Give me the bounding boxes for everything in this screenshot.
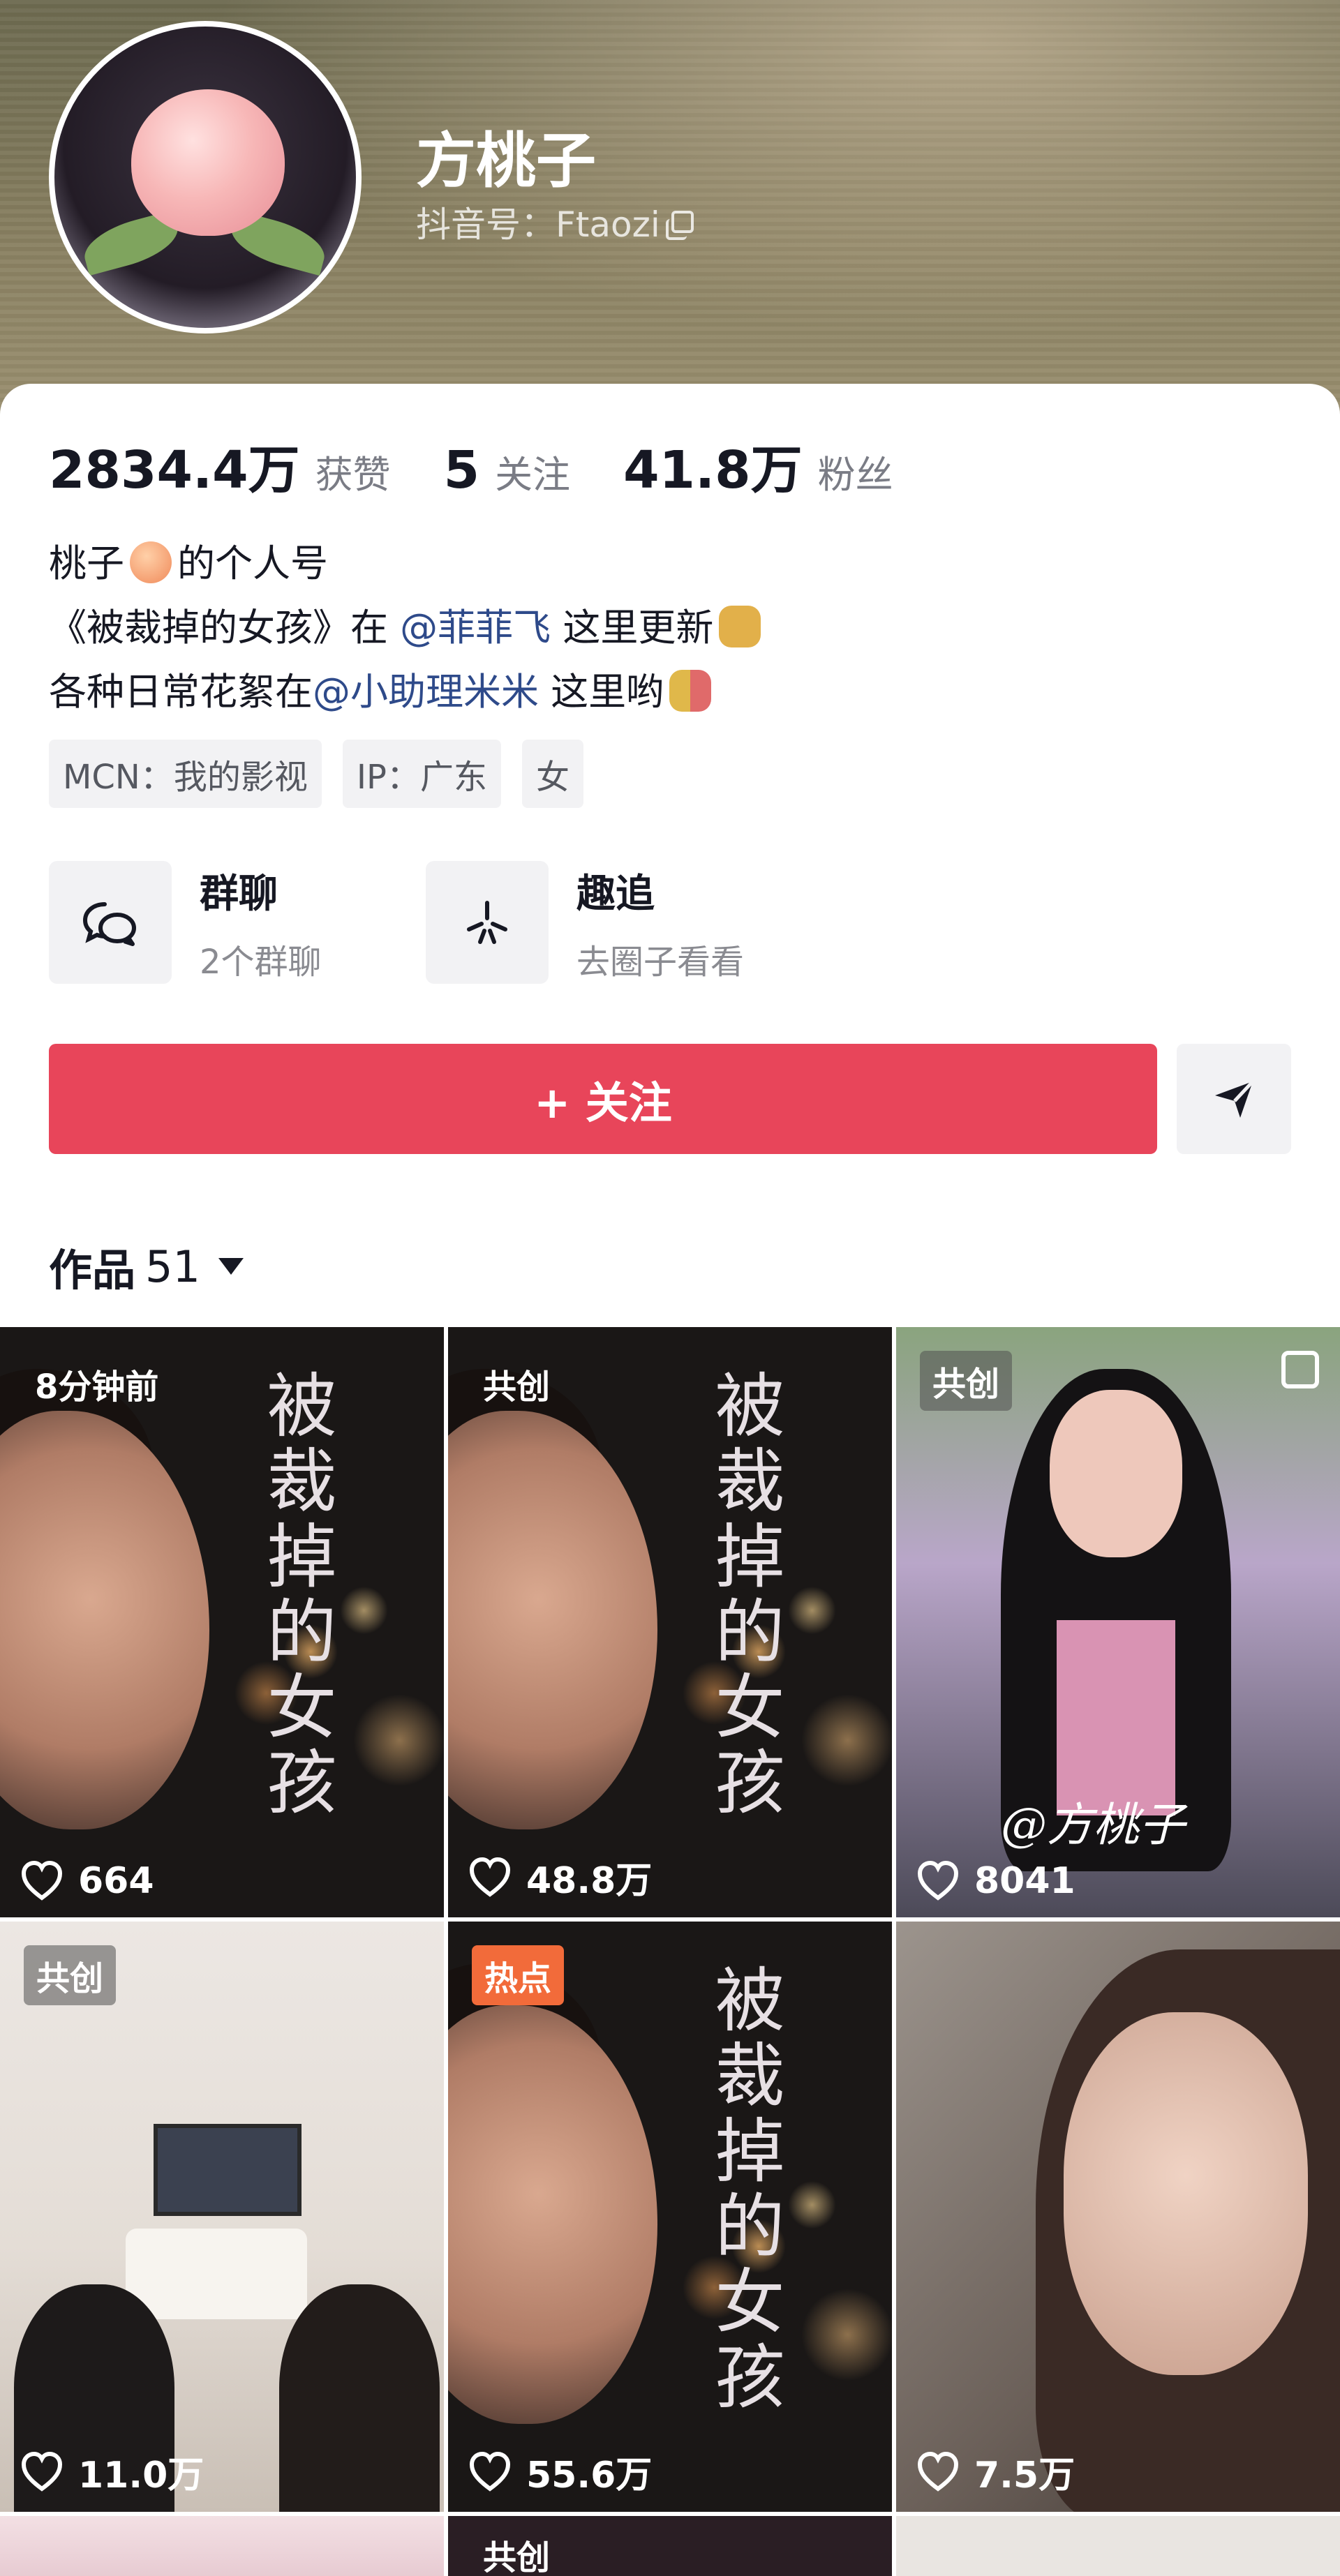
feature-title: 趣追 [576, 871, 655, 917]
heart-icon [917, 1860, 959, 1901]
video-likes: 11.0万 [20, 2446, 204, 2498]
bio-line: 《被裁掉的女孩》在 @菲菲飞 这里更新 [49, 596, 766, 660]
heart-icon [469, 1857, 511, 1897]
avatar[interactable] [49, 21, 362, 334]
video-badge: 共创 [24, 1945, 117, 2005]
bio-text: 的个人号 [177, 541, 328, 585]
likes-count: 48.8万 [526, 1860, 653, 1902]
stat-label: 粉丝 [817, 453, 893, 497]
bio-text: 这里哟 [551, 670, 664, 714]
tag-gender: 女 [521, 740, 583, 808]
bio-text: 各种日常花絮在 [49, 670, 313, 714]
video-tile[interactable]: 被裁掉的女孩 8分钟前 664 [0, 1327, 444, 1917]
works-count: 51 [145, 1241, 200, 1292]
girls-emoji-icon [669, 670, 712, 712]
dancers-emoji-icon [719, 606, 761, 647]
copy-icon[interactable] [665, 211, 694, 240]
video-badge: 共创 [483, 1368, 551, 1407]
tag-mcn[interactable]: MCN：我的影视 [49, 740, 322, 808]
peach-image [131, 89, 285, 236]
stat-label: 关注 [495, 453, 571, 497]
tag-ip: IP：广东 [342, 740, 501, 808]
feature-subtitle: 去圈子看看 [576, 942, 745, 982]
likes-count: 11.0万 [78, 2455, 204, 2496]
heart-icon [917, 2451, 959, 2492]
heart-icon [21, 1860, 63, 1901]
likes-count: 55.6万 [526, 2455, 653, 2496]
poster-title: 被裁掉的女孩 [703, 1369, 784, 1821]
profile-name: 方桃子 [416, 126, 596, 196]
send-icon [1215, 1080, 1254, 1118]
video-thumbnail [1064, 2012, 1308, 2375]
bio: 桃子 的个人号 《被裁掉的女孩》在 @菲菲飞 这里更新 各种日常花絮在@小助理米米… [49, 532, 766, 724]
video-likes: 664 [20, 1859, 154, 1903]
feature-subtitle: 2个群聊 [200, 942, 322, 982]
video-likes: 8041 [916, 1859, 1075, 1903]
chat-bubbles-icon [49, 861, 172, 984]
stat-value: 5 [443, 440, 480, 500]
video-tile[interactable]: 共创 11.0万 [0, 1922, 444, 2512]
works-tab[interactable]: 作品 51 [49, 1235, 244, 1298]
mention-link[interactable]: @菲菲飞 [400, 606, 551, 650]
video-badge: 共创 [483, 2538, 551, 2576]
bio-line: 各种日常花絮在@小助理米米 这里哟 [49, 660, 766, 724]
group-chat-entry[interactable]: 群聊 2个群聊 [49, 861, 322, 984]
video-tile[interactable]: 共创 [448, 2516, 892, 2576]
video-badge: 共创 [920, 1351, 1013, 1411]
bio-text: 这里更新 [563, 606, 714, 650]
quzhui-entry[interactable]: 趣追 去圈子看看 [426, 861, 744, 984]
video-badge: 8分钟前 [35, 1368, 159, 1407]
video-likes: 55.6万 [468, 2446, 652, 2498]
sparkle-icon [426, 861, 549, 984]
video-badge: 热点 [472, 1945, 565, 2005]
video-tile[interactable] [0, 2516, 444, 2576]
bio-text: 《被裁掉的女孩》在 [49, 606, 388, 650]
likes-count: 664 [78, 1860, 154, 1902]
stat-followers[interactable]: 41.8万 粉丝 [623, 428, 893, 503]
video-tile[interactable]: 被裁掉的女孩 共创 48.8万 [448, 1327, 892, 1917]
multi-image-icon [1281, 1351, 1319, 1388]
peach-emoji-icon [130, 541, 172, 583]
video-tile[interactable]: @方桃子 共创 8041 [896, 1327, 1340, 1917]
poster-title: 被裁掉的女孩 [255, 1369, 336, 1821]
video-caption: @方桃子 [1001, 1798, 1185, 1852]
video-likes: 48.8万 [468, 1851, 652, 1903]
stat-value: 41.8万 [623, 440, 803, 500]
feature-title: 群聊 [200, 871, 278, 917]
stat-value: 2834.4万 [49, 440, 300, 500]
mention-link[interactable]: @小助理米米 [313, 670, 539, 714]
heart-icon [469, 2451, 511, 2492]
works-label: 作品 [49, 1245, 136, 1296]
follow-button[interactable]: + 关注 [49, 1044, 1157, 1154]
likes-count: 7.5万 [974, 2455, 1075, 2496]
video-tile[interactable]: 被裁掉的女孩 热点 55.6万 [448, 1922, 892, 2512]
stat-label: 获赞 [315, 453, 391, 497]
stat-likes[interactable]: 2834.4万 获赞 [49, 428, 391, 503]
poster-title: 被裁掉的女孩 [703, 1963, 784, 2416]
video-tile[interactable] [896, 2516, 1340, 2576]
bio-line: 桃子 的个人号 [49, 532, 766, 596]
likes-count: 8041 [974, 1860, 1075, 1902]
dropdown-caret-icon[interactable] [218, 1258, 244, 1275]
stat-following[interactable]: 5 关注 [444, 440, 571, 500]
bio-text: 桃子 [49, 541, 124, 585]
video-tile[interactable]: 7.5万 [896, 1922, 1340, 2512]
share-button[interactable] [1177, 1044, 1291, 1154]
douyin-id[interactable]: 抖音号：Ftaozi [416, 197, 694, 247]
video-likes: 7.5万 [916, 2446, 1075, 2498]
stats-row: 2834.4万 获赞 5 关注 41.8万 粉丝 [49, 428, 946, 503]
tag-row: MCN：我的影视 IP：广东 女 [49, 740, 583, 808]
douyin-id-text: 抖音号：Ftaozi [416, 204, 660, 245]
heart-icon [21, 2451, 63, 2492]
